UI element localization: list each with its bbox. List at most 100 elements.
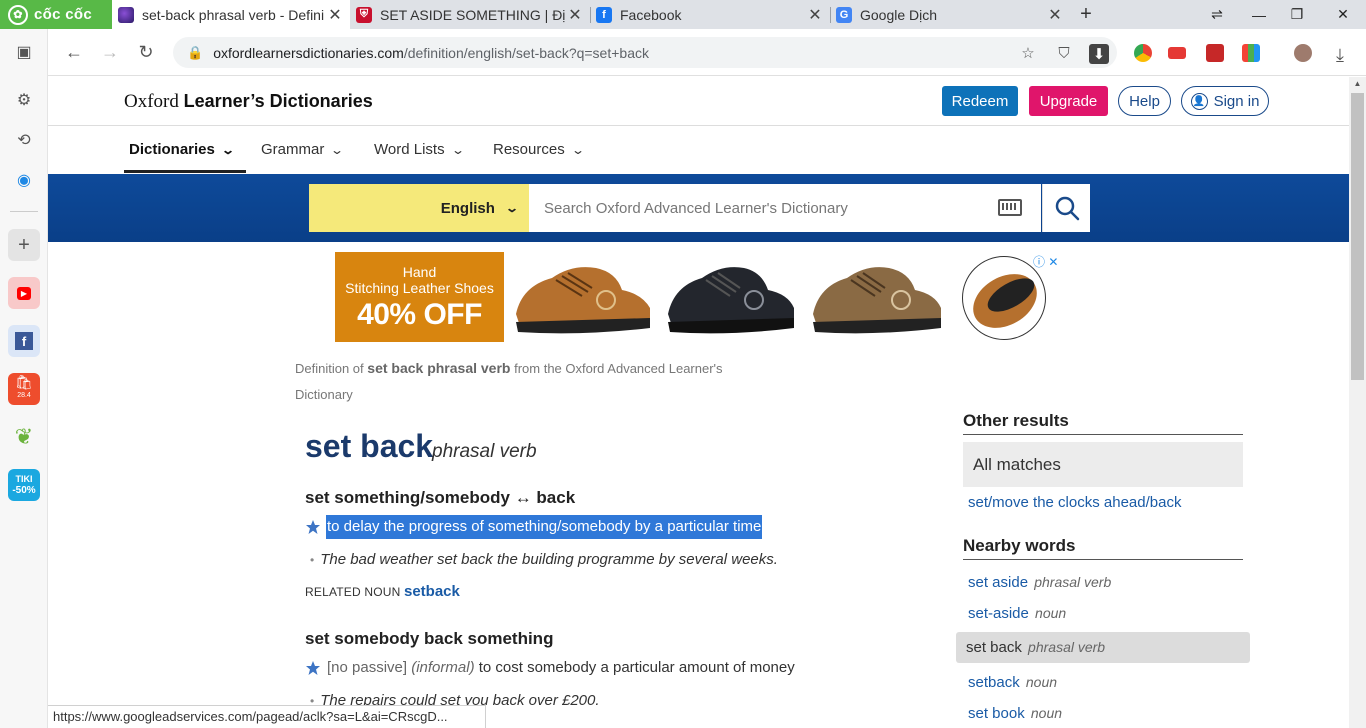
youtube-icon[interactable]: ▶ [8,277,40,309]
shield-icon[interactable]: ⛉ [1055,44,1073,62]
tiki-icon[interactable]: TIKI -50% [8,469,40,501]
redeem-button[interactable]: Redeem [942,86,1018,116]
scrollbar-thumb[interactable] [1351,93,1364,380]
add-icon[interactable]: + [8,229,40,261]
sense-1-head: set something/somebody ↔ back [305,488,576,507]
new-badge-extension-icon[interactable] [1168,47,1186,59]
downloads-icon[interactable]: ⤓ [1328,43,1352,67]
color-extension-icon[interactable] [1242,44,1260,62]
nearby-word-current-label: set back phrasal verb [966,639,1106,656]
minimize-icon[interactable]: — [1238,0,1280,29]
close-icon[interactable]: ✕ [566,5,584,25]
star-icon[interactable] [305,660,321,676]
coccoc-logo-icon: ✿ [8,4,28,25]
nav-dictionaries[interactable]: Dictionaries ⌄ [129,141,235,158]
leaf-icon[interactable]: ❦ [8,421,40,453]
tab-title: set-back phrasal verb - Defini [142,6,325,23]
nearby-word-link[interactable]: setback noun [968,674,1057,691]
tiki-badge: -50% [12,485,36,496]
ad-choices-icon[interactable]: ⓘ ✕ [1033,253,1058,270]
nav-grammar[interactable]: Grammar ⌄ [261,141,345,158]
definition-source: Definition of set back phrasal verb from… [295,360,723,402]
nearby-words-heading: Nearby words [963,536,1076,555]
oxford-icon [118,6,134,23]
heading-rule [963,434,1243,435]
sense-1-example: • The bad weather set back the building p… [310,551,778,568]
close-icon[interactable]: ✕ [1046,5,1064,25]
star-icon[interactable] [305,519,321,535]
wallet-icon[interactable]: ▣ [8,36,40,68]
sense-2-head: set somebody back something [305,629,554,648]
coccoc-menu-button[interactable]: ✿ cốc cốc [0,0,112,29]
status-bar-url: https://www.googleadservices.com/pagead/… [48,705,486,728]
chevron-down-icon: ⌄ [330,142,345,157]
tiki-label: TIKI [15,474,33,484]
shopee-icon[interactable]: 🛍 28.4 [8,373,40,405]
close-icon[interactable]: ✕ [326,5,344,25]
browser-toolbar: ← → ↻ 🔒 oxfordlearnersdictionaries.com/d… [0,29,1366,76]
search-icon [1055,196,1079,221]
download-page-icon[interactable]: ⬇ [1089,44,1109,64]
search-input[interactable] [529,184,1041,232]
all-matches-button[interactable]: All matches [963,442,1243,487]
messenger-icon[interactable]: ◉ [8,164,40,196]
shoe-image[interactable] [664,256,798,340]
close-icon[interactable]: ✕ [806,5,824,25]
other-result-link[interactable]: set/move the clocks ahead/back [968,494,1181,511]
chrome-extension-icon[interactable] [1134,44,1152,62]
tab-strip: ✿ cốc cốc set-back phrasal verb - Defini… [0,0,1366,29]
tab-google-translate[interactable]: G Google Dịch ✕ [830,0,1070,29]
shoe-image[interactable] [512,256,654,340]
nearby-word-link[interactable]: set book noun [968,705,1062,722]
lock-icon[interactable]: 🔒 [187,45,203,61]
back-icon[interactable]: ← [62,40,86,64]
site-logo[interactable]: Oxford Learner’s Dictionaries [124,91,373,113]
new-tab-button[interactable]: + [1076,3,1096,25]
ad-banner[interactable]: Hand Stitching Leather Shoes 40% OFF [335,252,504,342]
cambridge-icon: ⛨ [356,6,372,23]
window-close-icon[interactable]: ✕ [1322,0,1364,29]
related-noun-link[interactable]: setback [404,583,460,600]
restore-icon[interactable]: ❐ [1276,0,1318,29]
nav-word-lists[interactable]: Word Lists ⌄ [374,141,465,158]
header-divider [48,125,1349,126]
sense-2-definition: [no passive] (informal) to cost somebody… [327,659,795,676]
history-icon[interactable]: ⟲ [8,124,40,156]
reload-icon[interactable]: ↻ [134,40,158,64]
bookmark-star-icon[interactable]: ☆ [1019,44,1037,62]
facebook-icon[interactable]: f [8,325,40,357]
search-button[interactable] [1042,184,1090,232]
tab-cambridge[interactable]: ⛨ SET ASIDE SOMETHING | Định ✕ [350,0,590,29]
chevron-down-icon: ⌄ [570,142,585,157]
language-select[interactable]: English ⌄ [309,184,529,232]
side-divider [10,211,38,212]
tab-search-icon[interactable]: ⇌ [1196,0,1238,29]
brand-label: cốc cốc [34,6,92,23]
other-results-heading: Other results [963,411,1069,430]
scroll-up-icon[interactable]: ▲ [1351,79,1364,91]
sense-1-definition: to delay the progress of something/someb… [326,515,763,539]
nav-resources[interactable]: Resources ⌄ [493,141,585,158]
chevron-down-icon: ⌄ [220,142,235,157]
nearby-word-link[interactable]: set aside phrasal verb [968,574,1111,591]
address-bar[interactable]: 🔒 oxfordlearnersdictionaries.com/definit… [173,37,1117,68]
nearby-word-link[interactable]: set-aside noun [968,605,1066,622]
sign-in-button[interactable]: 👤 Sign in [1181,86,1269,116]
keyboard-icon[interactable] [998,199,1022,216]
headword: set back [305,428,434,464]
gear-icon[interactable]: ⚙ [8,84,40,116]
nav-active-underline [124,170,246,173]
forward-icon[interactable]: → [98,40,122,64]
shoe-image[interactable] [809,256,945,340]
chevron-down-icon: ⌄ [504,201,520,215]
chevron-down-icon: ⌄ [450,142,465,157]
avatar[interactable] [1294,44,1312,62]
tab-facebook[interactable]: f Facebook ✕ [590,0,830,29]
help-button[interactable]: Help [1118,86,1171,116]
upgrade-button[interactable]: Upgrade [1029,86,1108,116]
user-icon: 👤 [1190,92,1208,110]
tab-oxford[interactable]: set-back phrasal verb - Defini ✕ [112,0,350,29]
side-panel: ▣ ⚙ ⟲ ◉ + ▶ f 🛍 28.4 ❦ TIKI -50% [0,29,48,728]
pdf-extension-icon[interactable] [1206,44,1224,62]
google-translate-icon: G [836,6,852,23]
